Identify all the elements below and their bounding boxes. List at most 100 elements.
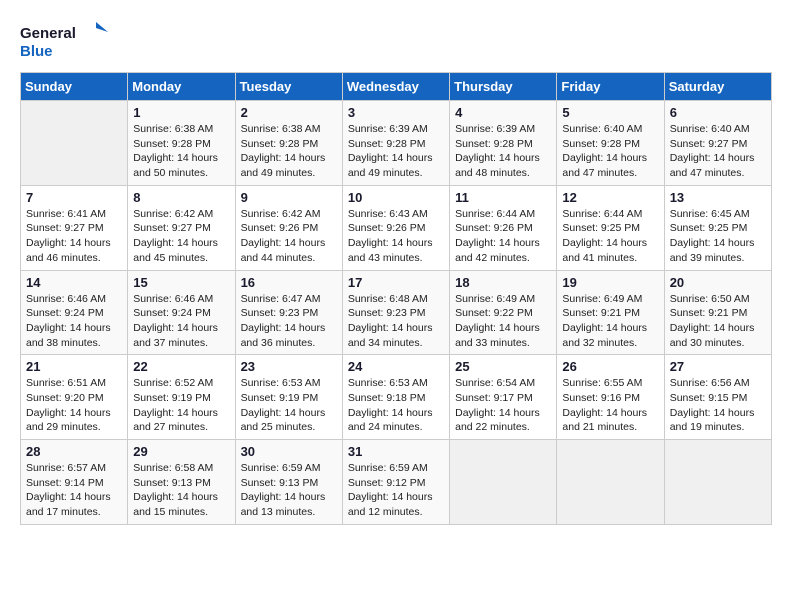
day-number: 15 (133, 275, 229, 290)
calendar-cell (21, 101, 128, 186)
day-number: 16 (241, 275, 337, 290)
day-number: 18 (455, 275, 551, 290)
day-info: Sunrise: 6:38 AMSunset: 9:28 PMDaylight:… (241, 122, 337, 181)
day-number: 14 (26, 275, 122, 290)
day-info: Sunrise: 6:38 AMSunset: 9:28 PMDaylight:… (133, 122, 229, 181)
day-number: 9 (241, 190, 337, 205)
day-number: 7 (26, 190, 122, 205)
calendar-cell: 17 Sunrise: 6:48 AMSunset: 9:23 PMDayligh… (342, 270, 449, 355)
calendar-cell: 8 Sunrise: 6:42 AMSunset: 9:27 PMDaylight… (128, 185, 235, 270)
weekday-header-row: SundayMondayTuesdayWednesdayThursdayFrid… (21, 73, 772, 101)
day-number: 17 (348, 275, 444, 290)
day-info: Sunrise: 6:41 AMSunset: 9:27 PMDaylight:… (26, 207, 122, 266)
day-info: Sunrise: 6:56 AMSunset: 9:15 PMDaylight:… (670, 376, 766, 435)
calendar-cell: 25Sunrise: 6:54 AMSunset: 9:17 PMDayligh… (450, 355, 557, 440)
day-number: 5 (562, 105, 658, 120)
calendar-cell: 24 Sunrise: 6:53 AMSunset: 9:18 PMDayligh… (342, 355, 449, 440)
day-number: 24 (348, 359, 444, 374)
day-number: 3 (348, 105, 444, 120)
calendar-week-row: 7 Sunrise: 6:41 AMSunset: 9:27 PMDaylight… (21, 185, 772, 270)
day-info: Sunrise: 6:46 AMSunset: 9:24 PMDaylight:… (133, 292, 229, 351)
day-info: Sunrise: 6:43 AMSunset: 9:26 PMDaylight:… (348, 207, 444, 266)
day-info: Sunrise: 6:42 AMSunset: 9:27 PMDaylight:… (133, 207, 229, 266)
day-info: Sunrise: 6:40 AMSunset: 9:27 PMDaylight:… (670, 122, 766, 181)
day-info: Sunrise: 6:47 AMSunset: 9:23 PMDaylight:… (241, 292, 337, 351)
day-number: 10 (348, 190, 444, 205)
day-info: Sunrise: 6:51 AMSunset: 9:20 PMDaylight:… (26, 376, 122, 435)
day-info: Sunrise: 6:45 AMSunset: 9:25 PMDaylight:… (670, 207, 766, 266)
day-number: 31 (348, 444, 444, 459)
day-info: Sunrise: 6:59 AMSunset: 9:13 PMDaylight:… (241, 461, 337, 520)
calendar-cell: 12 Sunrise: 6:44 AMSunset: 9:25 PMDayligh… (557, 185, 664, 270)
day-info: Sunrise: 6:44 AMSunset: 9:26 PMDaylight:… (455, 207, 551, 266)
weekday-header: Friday (557, 73, 664, 101)
calendar-cell: 5 Sunrise: 6:40 AMSunset: 9:28 PMDaylight… (557, 101, 664, 186)
day-info: Sunrise: 6:49 AMSunset: 9:22 PMDaylight:… (455, 292, 551, 351)
calendar-cell: 23 Sunrise: 6:53 AMSunset: 9:19 PMDayligh… (235, 355, 342, 440)
svg-text:Blue: Blue (20, 43, 53, 60)
calendar-week-row: 14 Sunrise: 6:46 AMSunset: 9:24 PMDayligh… (21, 270, 772, 355)
day-info: Sunrise: 6:58 AMSunset: 9:13 PMDaylight:… (133, 461, 229, 520)
day-number: 12 (562, 190, 658, 205)
day-number: 2 (241, 105, 337, 120)
day-info: Sunrise: 6:42 AMSunset: 9:26 PMDaylight:… (241, 207, 337, 266)
calendar-cell: 2 Sunrise: 6:38 AMSunset: 9:28 PMDaylight… (235, 101, 342, 186)
calendar-cell (664, 440, 771, 525)
calendar-cell: 6 Sunrise: 6:40 AMSunset: 9:27 PMDaylight… (664, 101, 771, 186)
day-info: Sunrise: 6:53 AMSunset: 9:19 PMDaylight:… (241, 376, 337, 435)
calendar-table: SundayMondayTuesdayWednesdayThursdayFrid… (20, 72, 772, 525)
weekday-header: Thursday (450, 73, 557, 101)
calendar-cell: 1 Sunrise: 6:38 AMSunset: 9:28 PMDaylight… (128, 101, 235, 186)
day-info: Sunrise: 6:40 AMSunset: 9:28 PMDaylight:… (562, 122, 658, 181)
day-number: 6 (670, 105, 766, 120)
weekday-header: Monday (128, 73, 235, 101)
calendar-cell: 16 Sunrise: 6:47 AMSunset: 9:23 PMDayligh… (235, 270, 342, 355)
calendar-cell: 14 Sunrise: 6:46 AMSunset: 9:24 PMDayligh… (21, 270, 128, 355)
day-number: 26 (562, 359, 658, 374)
calendar-cell (557, 440, 664, 525)
day-number: 1 (133, 105, 229, 120)
day-number: 30 (241, 444, 337, 459)
day-number: 4 (455, 105, 551, 120)
day-number: 29 (133, 444, 229, 459)
day-number: 21 (26, 359, 122, 374)
calendar-week-row: 28Sunrise: 6:57 AMSunset: 9:14 PMDayligh… (21, 440, 772, 525)
calendar-cell: 22 Sunrise: 6:52 AMSunset: 9:19 PMDayligh… (128, 355, 235, 440)
day-number: 13 (670, 190, 766, 205)
day-info: Sunrise: 6:59 AMSunset: 9:12 PMDaylight:… (348, 461, 444, 520)
calendar-cell: 3 Sunrise: 6:39 AMSunset: 9:28 PMDaylight… (342, 101, 449, 186)
calendar-cell: 10 Sunrise: 6:43 AMSunset: 9:26 PMDayligh… (342, 185, 449, 270)
calendar-cell: 30 Sunrise: 6:59 AMSunset: 9:13 PMDayligh… (235, 440, 342, 525)
day-number: 28 (26, 444, 122, 459)
calendar-cell: 11 Sunrise: 6:44 AMSunset: 9:26 PMDayligh… (450, 185, 557, 270)
calendar-cell: 21 Sunrise: 6:51 AMSunset: 9:20 PMDayligh… (21, 355, 128, 440)
day-info: Sunrise: 6:49 AMSunset: 9:21 PMDaylight:… (562, 292, 658, 351)
calendar-cell: 26 Sunrise: 6:55 AMSunset: 9:16 PMDayligh… (557, 355, 664, 440)
day-number: 19 (562, 275, 658, 290)
calendar-cell: 18 Sunrise: 6:49 AMSunset: 9:22 PMDayligh… (450, 270, 557, 355)
day-info: Sunrise: 6:46 AMSunset: 9:24 PMDaylight:… (26, 292, 122, 351)
day-info: Sunrise: 6:39 AMSunset: 9:28 PMDaylight:… (348, 122, 444, 181)
day-number: 22 (133, 359, 229, 374)
calendar-cell: 7 Sunrise: 6:41 AMSunset: 9:27 PMDaylight… (21, 185, 128, 270)
day-number: 11 (455, 190, 551, 205)
day-info: Sunrise: 6:55 AMSunset: 9:16 PMDaylight:… (562, 376, 658, 435)
day-info: Sunrise: 6:48 AMSunset: 9:23 PMDaylight:… (348, 292, 444, 351)
day-number: 27 (670, 359, 766, 374)
day-info: Sunrise: 6:53 AMSunset: 9:18 PMDaylight:… (348, 376, 444, 435)
calendar-cell: 28Sunrise: 6:57 AMSunset: 9:14 PMDayligh… (21, 440, 128, 525)
day-number: 8 (133, 190, 229, 205)
day-info: Sunrise: 6:44 AMSunset: 9:25 PMDaylight:… (562, 207, 658, 266)
calendar-cell (450, 440, 557, 525)
day-number: 23 (241, 359, 337, 374)
day-info: Sunrise: 6:50 AMSunset: 9:21 PMDaylight:… (670, 292, 766, 351)
weekday-header: Sunday (21, 73, 128, 101)
day-info: Sunrise: 6:39 AMSunset: 9:28 PMDaylight:… (455, 122, 551, 181)
calendar-cell: 20Sunrise: 6:50 AMSunset: 9:21 PMDayligh… (664, 270, 771, 355)
calendar-week-row: 21 Sunrise: 6:51 AMSunset: 9:20 PMDayligh… (21, 355, 772, 440)
day-info: Sunrise: 6:52 AMSunset: 9:19 PMDaylight:… (133, 376, 229, 435)
svg-text:General: General (20, 25, 76, 42)
calendar-cell: 4 Sunrise: 6:39 AMSunset: 9:28 PMDaylight… (450, 101, 557, 186)
page-header: General Blue (20, 20, 772, 62)
calendar-cell: 9 Sunrise: 6:42 AMSunset: 9:26 PMDaylight… (235, 185, 342, 270)
